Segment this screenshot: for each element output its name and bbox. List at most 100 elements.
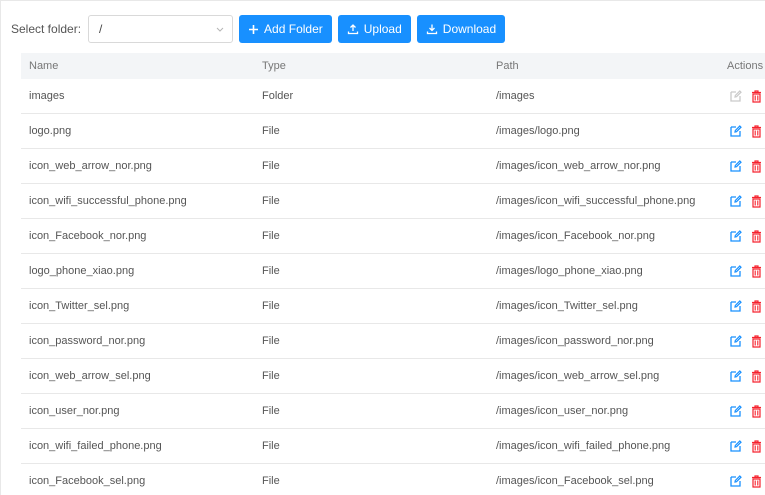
header-type: Type xyxy=(262,60,286,72)
row-actions xyxy=(727,334,765,348)
row-actions xyxy=(727,404,765,418)
add-folder-label: Add Folder xyxy=(264,22,323,36)
file-type: File xyxy=(262,440,280,452)
row-actions xyxy=(727,299,765,313)
trash-icon[interactable] xyxy=(750,194,763,208)
trash-icon[interactable] xyxy=(750,369,763,383)
file-name: icon_user_nor.png xyxy=(29,405,120,417)
upload-button[interactable]: Upload xyxy=(337,15,411,43)
file-name: images xyxy=(29,90,65,102)
trash-icon[interactable] xyxy=(750,124,763,138)
row-actions xyxy=(727,194,765,208)
table-row: icon_password_nor.png File /images/icon_… xyxy=(21,324,765,359)
file-type: File xyxy=(262,125,280,137)
row-actions xyxy=(727,124,765,138)
file-type: File xyxy=(262,265,280,277)
table-row: images Folder /images xyxy=(21,79,765,114)
file-path: /images/icon_wifi_successful_phone.png xyxy=(496,195,696,207)
trash-icon[interactable] xyxy=(750,404,763,418)
file-path: /images/icon_Twitter_sel.png xyxy=(496,300,638,312)
file-type: File xyxy=(262,475,280,487)
download-icon xyxy=(426,23,438,35)
file-path: /images xyxy=(496,90,535,102)
chevron-down-icon xyxy=(216,25,224,33)
table-row: icon_Facebook_nor.png File /images/icon_… xyxy=(21,219,765,254)
file-path: /images/icon_Facebook_nor.png xyxy=(496,230,655,242)
file-path: /images/icon_wifi_failed_phone.png xyxy=(496,440,671,452)
row-actions xyxy=(727,89,765,103)
file-path: /images/logo_phone_xiao.png xyxy=(496,265,643,277)
file-name: icon_password_nor.png xyxy=(29,335,146,347)
edit-icon[interactable] xyxy=(729,474,742,488)
table-body: images Folder /images logo.png File /ima… xyxy=(21,79,765,495)
table-row: icon_web_arrow_nor.png File /images/icon… xyxy=(21,149,765,184)
file-type: File xyxy=(262,160,280,172)
file-type: File xyxy=(262,370,280,382)
file-table: Name Type Path Actions images Folder /im… xyxy=(21,53,765,495)
toolbar: Select folder: / Add Folder Upload Downl… xyxy=(11,13,506,45)
add-folder-button[interactable]: Add Folder xyxy=(239,15,332,43)
file-name: logo_phone_xiao.png xyxy=(29,265,135,277)
file-type: Folder xyxy=(262,90,294,102)
edit-icon[interactable] xyxy=(729,159,742,173)
table-header: Name Type Path Actions xyxy=(21,53,765,79)
file-name: icon_Facebook_sel.png xyxy=(29,475,146,487)
edit-icon[interactable] xyxy=(729,439,742,453)
row-actions xyxy=(727,369,765,383)
upload-label: Upload xyxy=(363,22,402,36)
row-actions xyxy=(727,474,765,488)
edit-icon[interactable] xyxy=(729,89,742,103)
file-path: /images/icon_user_nor.png xyxy=(496,405,629,417)
file-name: icon_Facebook_nor.png xyxy=(29,230,147,242)
file-type: File xyxy=(262,405,280,417)
table-row: logo.png File /images/logo.png xyxy=(21,114,765,149)
file-path: /images/icon_web_arrow_nor.png xyxy=(496,160,661,172)
file-manager-panel: Select folder: / Add Folder Upload Downl… xyxy=(0,0,765,495)
trash-icon[interactable] xyxy=(750,159,763,173)
trash-icon[interactable] xyxy=(750,334,763,348)
table-row: icon_web_arrow_sel.png File /images/icon… xyxy=(21,359,765,394)
trash-icon[interactable] xyxy=(750,439,763,453)
trash-icon[interactable] xyxy=(750,264,763,278)
file-name: icon_wifi_failed_phone.png xyxy=(29,440,162,452)
edit-icon[interactable] xyxy=(729,229,742,243)
header-path: Path xyxy=(496,60,519,72)
row-actions xyxy=(727,439,765,453)
header-name: Name xyxy=(29,60,59,72)
trash-icon[interactable] xyxy=(750,299,763,313)
file-path: /images/icon_web_arrow_sel.png xyxy=(496,370,660,382)
plus-icon xyxy=(248,24,259,35)
row-actions xyxy=(727,159,765,173)
file-type: File xyxy=(262,195,280,207)
edit-icon[interactable] xyxy=(729,194,742,208)
edit-icon[interactable] xyxy=(729,299,742,313)
file-path: /images/logo.png xyxy=(496,125,580,137)
file-path: /images/icon_Facebook_sel.png xyxy=(496,475,654,487)
trash-icon[interactable] xyxy=(750,229,763,243)
edit-icon[interactable] xyxy=(729,124,742,138)
row-actions xyxy=(727,229,765,243)
folder-select[interactable]: / xyxy=(88,15,234,43)
download-button[interactable]: Download xyxy=(416,15,506,43)
table-row: icon_wifi_successful_phone.png File /ima… xyxy=(21,184,765,219)
edit-icon[interactable] xyxy=(729,334,742,348)
trash-icon[interactable] xyxy=(750,474,763,488)
table-row: logo_phone_xiao.png File /images/logo_ph… xyxy=(21,254,765,289)
row-actions xyxy=(727,264,765,278)
header-actions: Actions xyxy=(727,60,764,72)
trash-icon[interactable] xyxy=(750,89,763,103)
file-name: icon_wifi_successful_phone.png xyxy=(29,195,187,207)
file-name: icon_Twitter_sel.png xyxy=(29,300,130,312)
download-label: Download xyxy=(442,22,497,36)
edit-icon[interactable] xyxy=(729,369,742,383)
table-row: icon_Twitter_sel.png File /images/icon_T… xyxy=(21,289,765,324)
edit-icon[interactable] xyxy=(729,264,742,278)
file-type: File xyxy=(262,230,280,242)
table-row: icon_Facebook_sel.png File /images/icon_… xyxy=(21,464,765,495)
table-row: icon_wifi_failed_phone.png File /images/… xyxy=(21,429,765,464)
file-path: /images/icon_password_nor.png xyxy=(496,335,654,347)
folder-select-label: Select folder: xyxy=(11,22,82,36)
table-row: icon_user_nor.png File /images/icon_user… xyxy=(21,394,765,429)
file-name: icon_web_arrow_nor.png xyxy=(29,160,152,172)
edit-icon[interactable] xyxy=(729,404,742,418)
